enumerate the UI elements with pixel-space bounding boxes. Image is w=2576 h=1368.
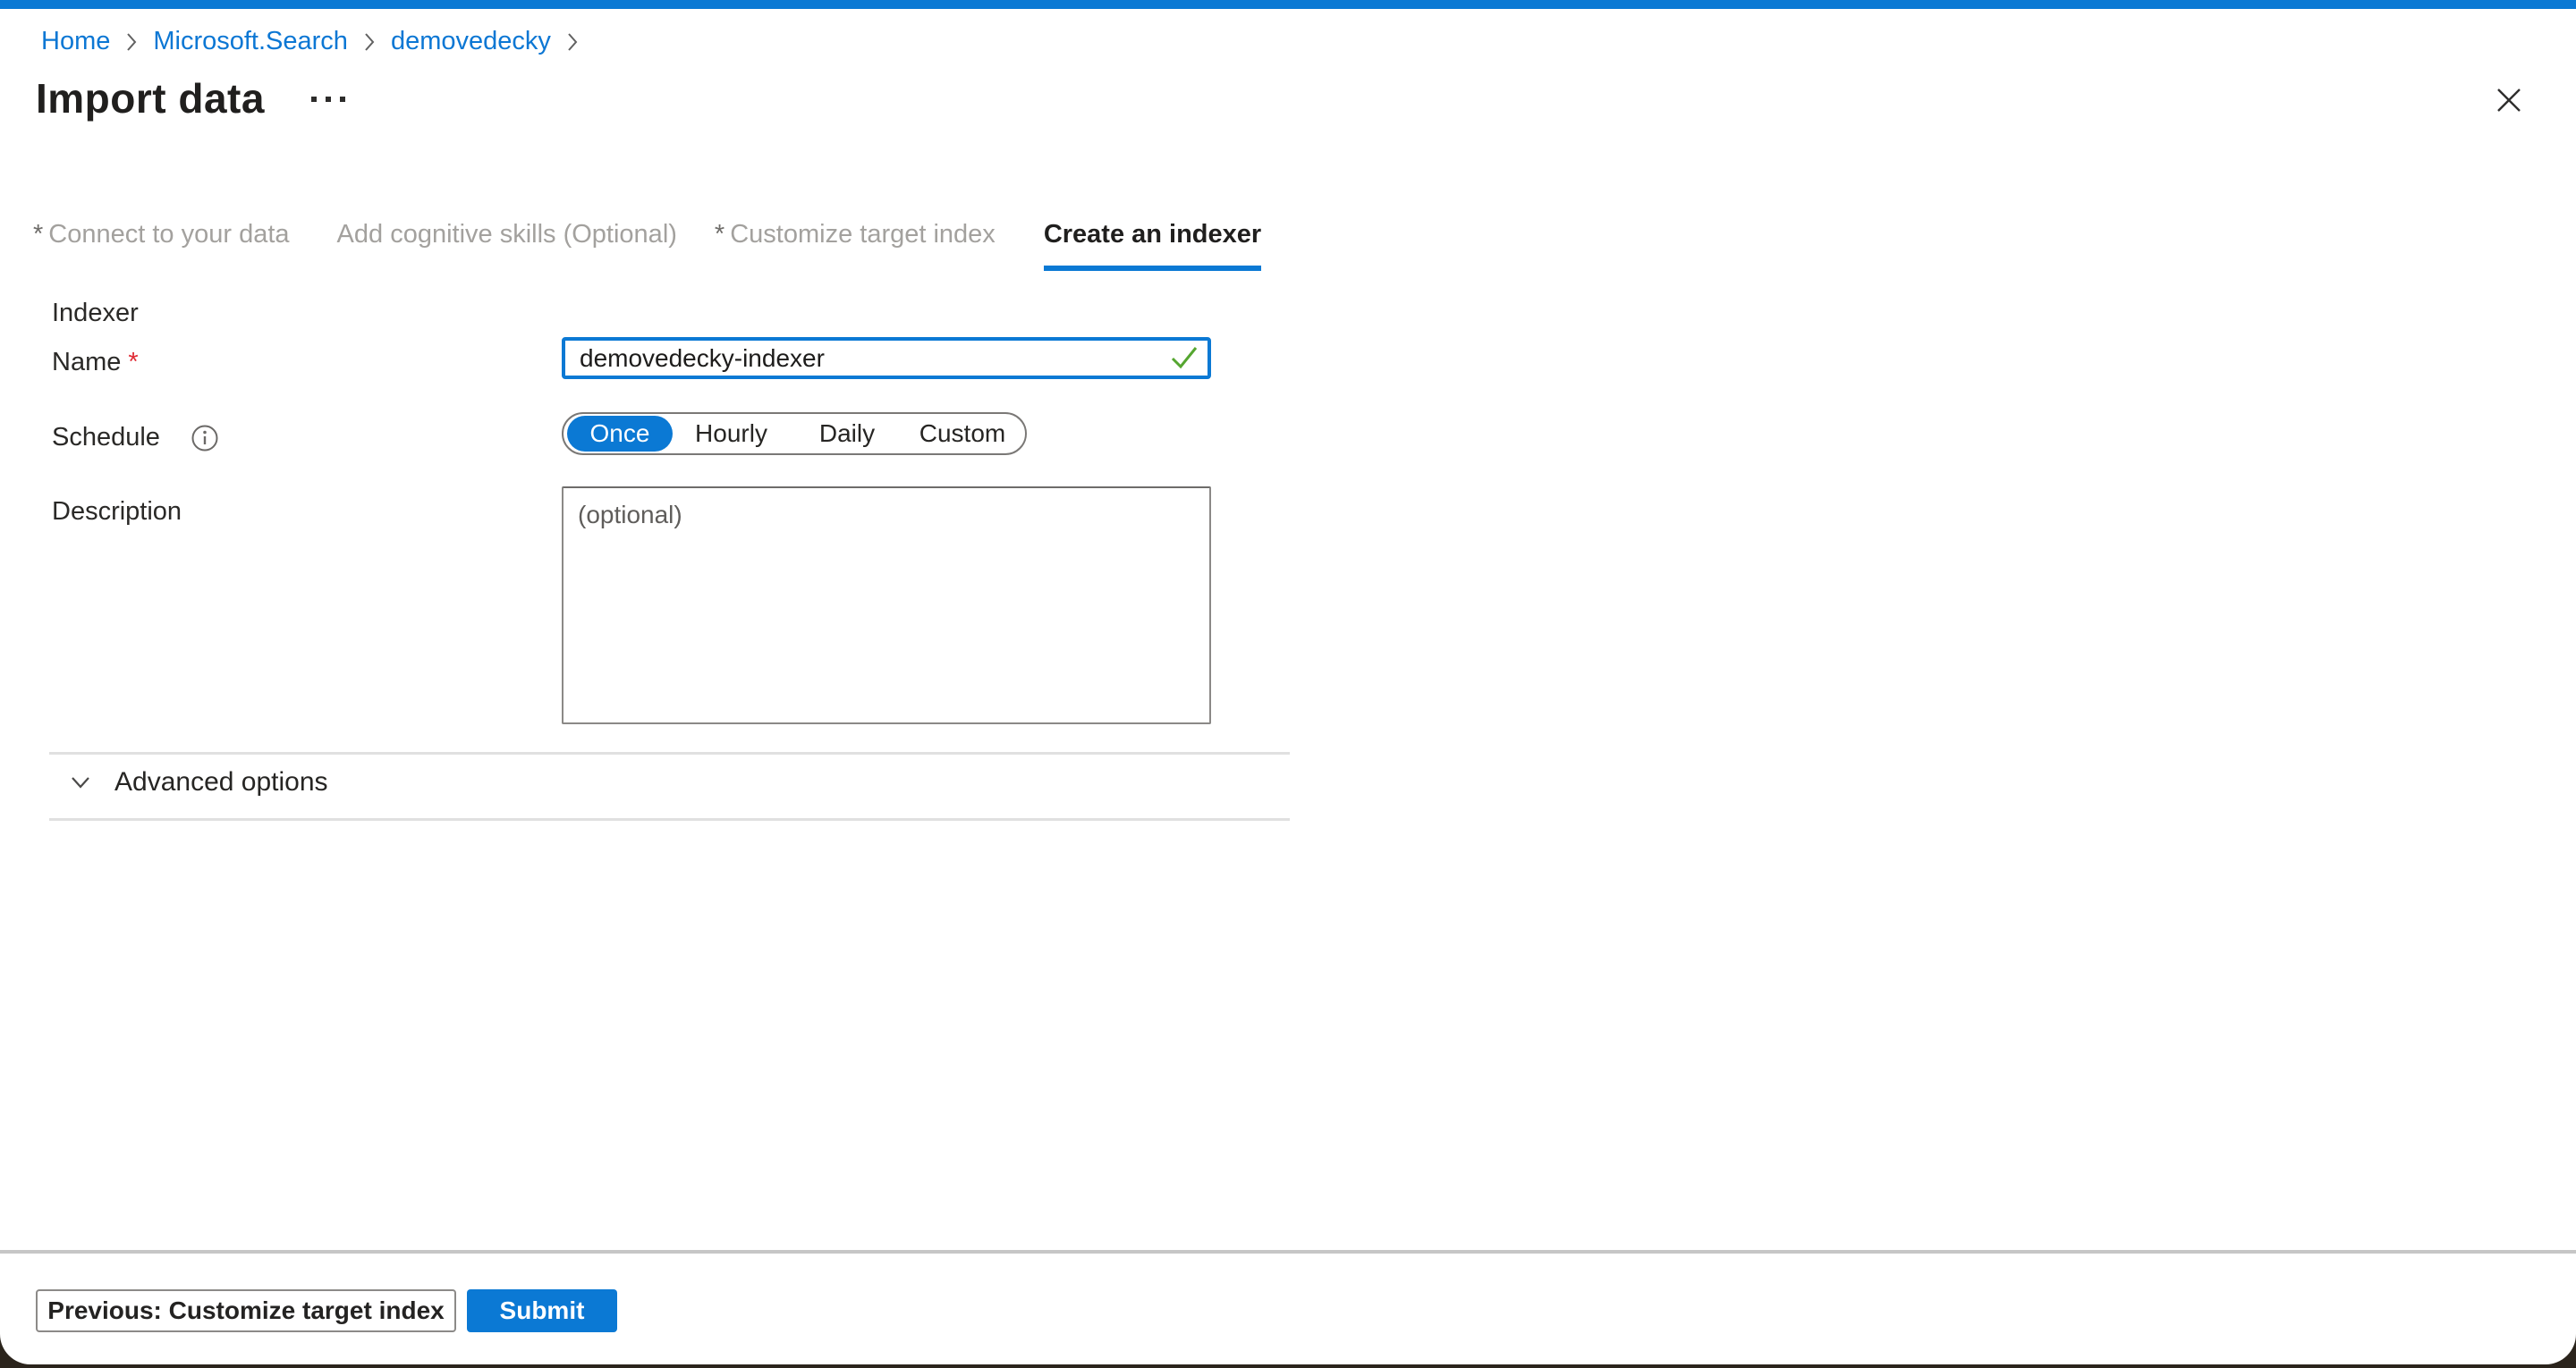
schedule-option-daily[interactable]: Daily xyxy=(790,414,904,453)
page-title: Import data xyxy=(36,74,265,122)
submit-button[interactable]: Submit xyxy=(467,1289,617,1332)
close-icon[interactable] xyxy=(2492,83,2526,117)
chevron-right-icon xyxy=(124,30,139,54)
indexer-section-label: Indexer xyxy=(52,299,139,328)
portal-top-accent-bar xyxy=(0,0,2576,9)
tab-create-an-indexer[interactable]: Create an indexer xyxy=(1044,220,1261,271)
chevron-right-icon xyxy=(362,30,377,54)
breadcrumb-home-link[interactable]: Home xyxy=(41,27,110,56)
advanced-options-label: Advanced options xyxy=(114,767,328,798)
schedule-field-label: Schedule xyxy=(52,423,160,452)
tab-label: Add cognitive skills (Optional) xyxy=(337,220,677,249)
tab-label: Create an indexer xyxy=(1044,220,1261,249)
schedule-option-custom[interactable]: Custom xyxy=(904,414,1021,453)
tab-required-mark: * xyxy=(33,220,43,249)
schedule-option-once[interactable]: Once xyxy=(567,416,673,452)
breadcrumb-demovedecky-link[interactable]: demovedecky xyxy=(391,27,551,56)
schedule-segmented-control: Once Hourly Daily Custom xyxy=(562,412,1027,455)
description-textarea[interactable] xyxy=(562,486,1211,724)
indexer-name-input[interactable] xyxy=(562,337,1211,379)
tab-required-mark: * xyxy=(715,220,724,249)
breadcrumb: Home Microsoft.Search demovedecky xyxy=(41,27,594,56)
divider xyxy=(49,752,1290,755)
more-options-icon[interactable] xyxy=(311,97,345,102)
description-field-label: Description xyxy=(52,497,182,527)
required-asterisk: * xyxy=(128,348,138,376)
previous-step-button[interactable]: Previous: Customize target index xyxy=(36,1289,456,1332)
info-icon[interactable] xyxy=(191,424,219,452)
tab-connect-to-your-data[interactable]: *Connect to your data xyxy=(33,220,290,266)
divider xyxy=(49,818,1290,821)
name-field-label: Name* xyxy=(52,348,139,377)
wizard-tabs: *Connect to your data Add cognitive skil… xyxy=(33,220,1261,271)
tab-label: Connect to your data xyxy=(48,220,289,249)
schedule-option-hourly[interactable]: Hourly xyxy=(673,414,790,453)
tab-customize-target-index[interactable]: *Customize target index xyxy=(715,220,996,266)
tab-label: Customize target index xyxy=(730,220,996,249)
tab-add-cognitive-skills[interactable]: Add cognitive skills (Optional) xyxy=(337,220,677,266)
chevron-right-icon xyxy=(565,30,580,54)
chevron-down-icon xyxy=(66,768,95,797)
breadcrumb-microsoft-search-link[interactable]: Microsoft.Search xyxy=(153,27,348,56)
advanced-options-toggle[interactable]: Advanced options xyxy=(66,767,328,798)
import-data-blade: Home Microsoft.Search demovedecky Import… xyxy=(0,0,2576,1364)
footer-divider xyxy=(0,1250,2576,1254)
